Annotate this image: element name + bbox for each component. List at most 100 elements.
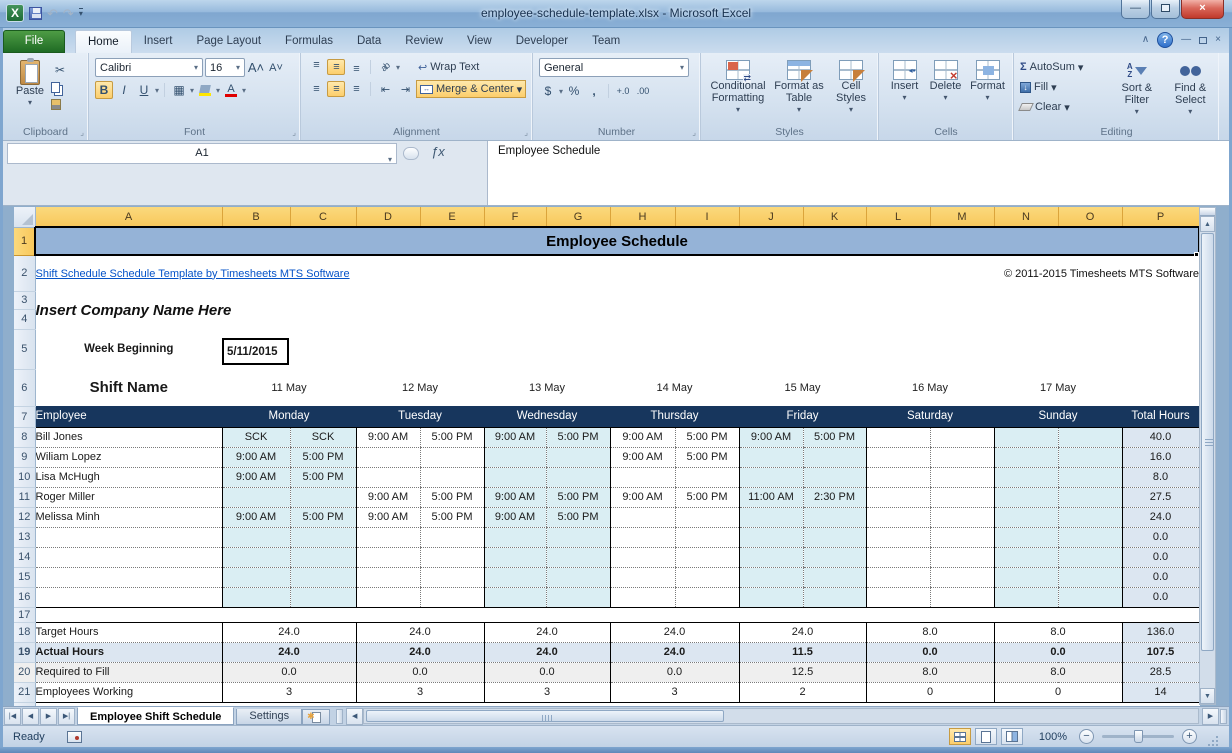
tab-file[interactable]: File (3, 30, 65, 53)
cell[interactable] (1058, 427, 1122, 447)
cell[interactable] (420, 527, 484, 547)
wrap-text-button[interactable]: ↩ Wrap Text (418, 58, 479, 76)
restore-button[interactable] (1151, 0, 1180, 19)
column-header-k[interactable]: K (803, 207, 866, 227)
currency-dropdown-icon[interactable]: ▾ (559, 87, 563, 96)
font-size-select[interactable]: 16 ▾ (205, 58, 245, 77)
tab-team[interactable]: Team (580, 30, 632, 53)
cell[interactable] (290, 547, 356, 567)
cell[interactable] (930, 567, 994, 587)
cell[interactable] (546, 447, 610, 467)
total-hours-header-cell[interactable]: Total Hours (1122, 406, 1199, 427)
cell[interactable]: 11:00 AM (739, 487, 803, 507)
align-center-button[interactable]: ≡ (327, 81, 345, 97)
day-header-cell[interactable]: Wednesday (484, 406, 610, 427)
cell[interactable] (866, 487, 930, 507)
tab-review[interactable]: Review (393, 30, 455, 53)
tab-formulas[interactable]: Formulas (273, 30, 345, 53)
cell[interactable] (994, 567, 1058, 587)
cell[interactable] (546, 547, 610, 567)
row-header[interactable]: 21 (14, 682, 35, 702)
summary-total-cell[interactable]: 14 (1122, 682, 1199, 702)
paste-button[interactable]: Paste ▾ (9, 58, 51, 122)
cell[interactable] (1058, 487, 1122, 507)
shift-name-label-cell[interactable]: Shift Name (35, 369, 222, 406)
cell[interactable]: 5:00 PM (803, 427, 866, 447)
cell[interactable]: 5:00 PM (546, 487, 610, 507)
row-header[interactable]: 6 (14, 369, 35, 406)
name-box[interactable]: A1 ▾ (7, 143, 397, 164)
cell[interactable] (546, 527, 610, 547)
cell[interactable] (420, 587, 484, 607)
number-format-select[interactable]: General ▾ (539, 58, 689, 77)
row-header[interactable]: 11 (14, 487, 35, 507)
cell[interactable] (739, 587, 803, 607)
increase-decimal-button[interactable]: +.0 (614, 82, 632, 100)
cell[interactable] (803, 567, 866, 587)
day-header-cell[interactable]: Monday (222, 406, 356, 427)
borders-dropdown-icon[interactable]: ▾ (190, 86, 194, 95)
template-link[interactable]: Shift Schedule Schedule Template by Time… (36, 268, 350, 280)
summary-value-cell[interactable]: 0.0 (484, 662, 610, 682)
paste-dropdown-icon[interactable]: ▾ (28, 97, 32, 109)
cell[interactable] (994, 427, 1058, 447)
zoom-in-button[interactable]: + (1182, 729, 1197, 744)
cell[interactable] (866, 567, 930, 587)
summary-value-cell[interactable]: 24.0 (356, 622, 484, 642)
scroll-up-icon[interactable]: ▲ (1200, 216, 1215, 232)
cell[interactable]: 9:00 AM (356, 427, 420, 447)
date-cell[interactable]: 15 May (739, 369, 866, 406)
summary-value-cell[interactable]: 24.0 (484, 642, 610, 662)
summary-value-cell[interactable]: 24.0 (610, 642, 739, 662)
zoom-slider-thumb[interactable] (1134, 730, 1143, 743)
cell[interactable]: 5:00 PM (290, 447, 356, 467)
sheet-tab-employee-shift-schedule[interactable]: Employee Shift Schedule (77, 707, 234, 725)
column-header-h[interactable]: H (610, 207, 675, 227)
cell[interactable] (994, 527, 1058, 547)
employee-name-cell[interactable]: Bill Jones (35, 427, 222, 447)
day-header-cell[interactable]: Tuesday (356, 406, 484, 427)
zoom-slider[interactable] (1102, 735, 1174, 738)
copy-button[interactable] (51, 82, 60, 93)
cell[interactable] (803, 547, 866, 567)
normal-view-button[interactable] (949, 728, 971, 745)
summary-value-cell[interactable]: 0.0 (222, 662, 356, 682)
cell[interactable] (994, 587, 1058, 607)
date-cell[interactable]: 11 May (222, 369, 356, 406)
summary-value-cell[interactable]: 11.5 (739, 642, 866, 662)
cell[interactable] (610, 467, 675, 487)
align-left-button[interactable]: ≡ (307, 81, 325, 97)
cell[interactable] (930, 587, 994, 607)
employee-name-cell[interactable] (35, 527, 222, 547)
cell[interactable] (1058, 527, 1122, 547)
summary-value-cell[interactable]: 2 (739, 682, 866, 702)
fill-dropdown-icon[interactable]: ▾ (1051, 81, 1057, 94)
cell[interactable]: 9:00 AM (356, 487, 420, 507)
cell[interactable] (484, 447, 546, 467)
total-hours-cell[interactable]: 0.0 (1122, 587, 1199, 607)
vertical-split-box[interactable] (1200, 208, 1215, 216)
shrink-font-button[interactable]: A˅ (267, 59, 285, 77)
grow-font-button[interactable]: A˄ (247, 59, 265, 77)
date-cell[interactable]: 12 May (356, 369, 484, 406)
cell[interactable] (803, 467, 866, 487)
fill-color-button[interactable] (196, 81, 214, 99)
cell[interactable]: SCK (290, 427, 356, 447)
cell[interactable] (35, 607, 1199, 622)
cut-button[interactable]: ✂ (51, 61, 69, 79)
cell[interactable] (739, 527, 803, 547)
column-header-o[interactable]: O (1058, 207, 1122, 227)
column-header-p[interactable]: P (1122, 207, 1199, 227)
total-hours-cell[interactable]: 0.0 (1122, 567, 1199, 587)
insert-cells-button[interactable]: Insert ▾ (885, 58, 924, 122)
select-all-corner[interactable] (14, 207, 35, 227)
workbook-close-icon[interactable]: × (1215, 34, 1221, 46)
cell[interactable] (420, 447, 484, 467)
cell[interactable] (222, 487, 290, 507)
row-header[interactable]: 10 (14, 467, 35, 487)
zoom-out-button[interactable]: − (1079, 729, 1094, 744)
tab-scrollbar-splitter[interactable] (336, 709, 343, 724)
date-cell[interactable]: 14 May (610, 369, 739, 406)
row-header[interactable]: 19 (14, 642, 35, 662)
cell[interactable]: 5:00 PM (546, 507, 610, 527)
